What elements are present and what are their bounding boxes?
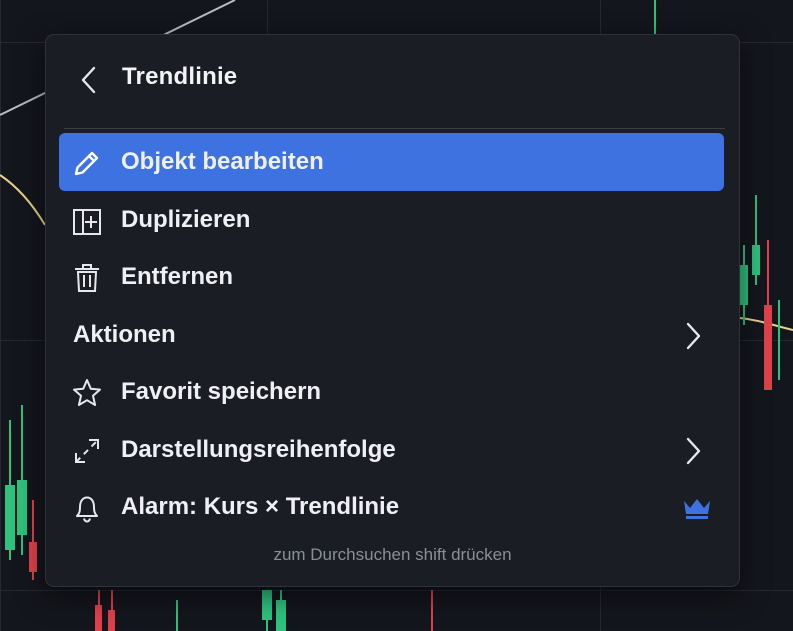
chevron-left-icon — [81, 66, 96, 94]
candle — [262, 590, 272, 631]
duplicate-icon — [71, 205, 103, 237]
chevron-right-icon — [678, 435, 708, 467]
trash-icon — [71, 262, 103, 294]
candle — [776, 300, 782, 380]
bell-icon — [71, 492, 103, 524]
menu-item-edit-object[interactable]: Objekt bearbeiten — [59, 133, 724, 191]
star-icon — [71, 377, 103, 409]
menu-item-actions[interactable]: Aktionen — [59, 306, 724, 364]
menu-item-display-order[interactable]: Darstellungsreihenfolge — [59, 421, 724, 479]
crown-icon — [680, 494, 714, 522]
menu-item-duplicate[interactable]: Duplizieren — [59, 191, 724, 249]
menu-item-label: Objekt bearbeiten — [121, 148, 324, 175]
candle — [95, 590, 102, 631]
divider — [64, 128, 725, 129]
menu-item-remove[interactable]: Entfernen — [59, 248, 724, 306]
menu-item-save-favorite[interactable]: Favorit speichern — [59, 363, 724, 421]
context-menu: Trendlinie Objekt bearbeiten Duplizieren — [45, 34, 740, 587]
candle — [5, 420, 15, 560]
menu-item-label: Darstellungsreihenfolge — [121, 436, 396, 463]
candle — [17, 405, 27, 555]
candle — [29, 500, 37, 580]
arrows-diagonal-icon — [71, 435, 103, 467]
chevron-right-icon — [678, 320, 708, 352]
candle — [429, 590, 435, 631]
candle — [173, 600, 180, 631]
menu-title: Trendlinie — [122, 63, 238, 90]
menu-item-label: Alarm: Kurs × Trendlinie — [121, 493, 400, 520]
candle — [108, 590, 115, 631]
candle — [764, 240, 772, 390]
candle — [276, 590, 286, 631]
menu-header: Trendlinie — [46, 35, 739, 123]
menu-item-label: Aktionen — [73, 321, 176, 348]
menu-item-label: Favorit speichern — [121, 378, 322, 405]
candle — [740, 245, 748, 325]
menu-item-label: Entfernen — [121, 263, 234, 290]
moving-average-line — [0, 174, 46, 226]
back-button[interactable] — [74, 65, 104, 95]
menu-item-label: Duplizieren — [121, 206, 251, 233]
candle — [752, 195, 760, 285]
search-hint: zum Durchsuchen shift drücken — [273, 545, 512, 564]
menu-item-alarm[interactable]: Alarm: Kurs × Trendlinie — [59, 478, 724, 536]
pencil-icon — [71, 147, 103, 179]
candle — [652, 0, 658, 34]
